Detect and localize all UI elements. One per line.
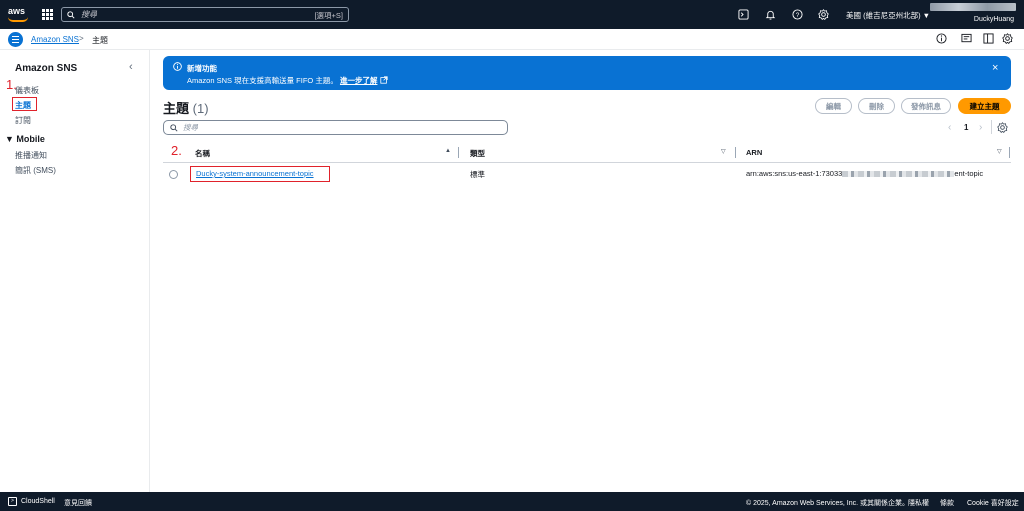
expand-caret-icon: ▼: [5, 134, 17, 144]
info-panel-icon[interactable]: [936, 33, 947, 44]
settings-gear-icon[interactable]: [818, 9, 829, 20]
page-title: 主題 (1): [163, 98, 209, 117]
info-icon: [173, 62, 182, 71]
pagination-page-1[interactable]: 1: [964, 123, 968, 132]
breadcrumb-current: 主題: [92, 36, 108, 45]
flash-learn-more-link[interactable]: 進一步了解: [340, 76, 378, 85]
account-menu[interactable]: DuckyHuang: [930, 3, 1016, 25]
page-title-text: 主題: [163, 101, 190, 116]
column-header-type[interactable]: 類型: [470, 148, 485, 159]
delete-button[interactable]: 刪除: [858, 98, 895, 114]
breadcrumb-separator: >: [79, 34, 84, 43]
search-icon: [170, 123, 178, 132]
search-shortcut: [選項+S]: [314, 11, 343, 20]
flash-title: 新增功能: [187, 64, 217, 73]
column-header-arn[interactable]: ARN: [746, 148, 762, 157]
help-icon[interactable]: ?: [792, 9, 803, 20]
logo-text: aws: [8, 6, 26, 16]
flash-body-text: Amazon SNS 現在支援高輸送量 FIFO 主題。: [187, 76, 338, 85]
annotation-highlight-topics: [12, 97, 37, 111]
arn-prefix: arn:aws:sns:us-east-1:73033: [746, 169, 843, 178]
external-link-icon: [379, 76, 388, 84]
sidebar-title[interactable]: Amazon SNS: [15, 63, 77, 74]
column-divider: [458, 147, 459, 158]
account-id-redacted: [930, 3, 1016, 11]
topic-arn: arn:aws:sns:us-east-1:73033 ent-topic: [746, 169, 983, 178]
side-navigation: Amazon SNS ‹ 1. 儀表板 主題 訂閱 ▼ Mobile 推播通知 …: [0, 50, 150, 492]
search-icon: [67, 10, 75, 19]
footer-cloudshell[interactable]: CloudShell: [21, 498, 55, 505]
sidebar-close-icon[interactable]: ‹: [129, 61, 133, 73]
sidebar-section-mobile[interactable]: ▼ Mobile: [5, 134, 45, 144]
global-search[interactable]: [選項+S]: [61, 7, 349, 22]
flash-close-icon[interactable]: ×: [992, 62, 998, 74]
sort-ascending-icon[interactable]: ▲: [445, 148, 451, 154]
sidebar-item-dashboard[interactable]: 儀表板: [15, 85, 39, 96]
annotation-highlight-topic: [190, 166, 330, 182]
notifications-bell-icon[interactable]: [765, 9, 776, 20]
aws-logo[interactable]: aws: [8, 7, 30, 23]
menu-toggle-icon[interactable]: [8, 32, 23, 47]
footer-copyright: © 2025, Amazon Web Services, Inc. 或其關係企業…: [746, 500, 909, 507]
row-select-radio[interactable]: [169, 170, 178, 179]
column-divider: [735, 147, 736, 158]
sidebar-item-subscriptions[interactable]: 訂閱: [15, 115, 31, 126]
topic-type: 標準: [470, 170, 485, 179]
services-grid-icon[interactable]: [42, 9, 53, 20]
sidebar-item-sms[interactable]: 簡訊 (SMS): [15, 165, 56, 176]
cloudshell-icon[interactable]: >: [8, 497, 17, 506]
filter-input[interactable]: [183, 123, 483, 132]
footer-feedback[interactable]: 意見回饋: [64, 498, 92, 508]
sort-icon[interactable]: ▽: [721, 148, 726, 155]
table-header-divider: [163, 162, 1011, 163]
split-panel-icon[interactable]: [983, 33, 994, 44]
account-name: DuckyHuang: [973, 16, 1014, 23]
pagination-next-icon[interactable]: ›: [979, 122, 982, 133]
feedback-panel-icon[interactable]: [961, 33, 972, 44]
sort-icon[interactable]: ▽: [997, 148, 1002, 155]
topic-filter[interactable]: [163, 120, 508, 135]
create-topic-button[interactable]: 建立主題: [958, 98, 1011, 114]
edit-button[interactable]: 編輯: [815, 98, 852, 114]
svg-text:?: ?: [796, 12, 800, 19]
preferences-gear-icon[interactable]: [1002, 33, 1013, 44]
sidebar-item-push-notifications[interactable]: 推播通知: [15, 150, 47, 161]
footer-cookie-preferences-link[interactable]: Cookie 喜好設定: [967, 498, 1019, 508]
arn-suffix: ent-topic: [954, 169, 984, 178]
sidebar-section-label: Mobile: [16, 134, 45, 144]
info-flashbar: 新增功能 Amazon SNS 現在支援高輸送量 FIFO 主題。 進一步了解 …: [163, 56, 1011, 90]
logo-smile-icon: [8, 17, 28, 22]
footer: > CloudShell 意見回饋 © 2025, Amazon Web Ser…: [0, 492, 1024, 511]
pagination-previous-icon[interactable]: ‹: [948, 122, 951, 133]
pagination-divider: [991, 120, 992, 134]
breadcrumb-service-link[interactable]: Amazon SNS: [31, 35, 79, 44]
arn-redacted: [842, 171, 955, 178]
top-navigation: aws [選項+S] ? 美國 (維吉尼亞州北部) ▼ DuckyHuang: [0, 0, 1024, 29]
publish-message-button[interactable]: 發佈訊息: [901, 98, 951, 114]
footer-privacy-link[interactable]: 隱私權: [908, 498, 929, 508]
footer-terms-link[interactable]: 條款: [940, 498, 954, 508]
cloudshell-icon[interactable]: [738, 9, 749, 20]
flash-body: Amazon SNS 現在支援高輸送量 FIFO 主題。 進一步了解: [187, 75, 388, 86]
column-divider: [1009, 147, 1010, 158]
breadcrumb-bar: Amazon SNS > 主題: [0, 29, 1024, 50]
table-settings-gear-icon[interactable]: [997, 122, 1008, 133]
topic-count: (1): [192, 101, 209, 116]
column-header-name[interactable]: 名稱: [195, 148, 210, 159]
annotation-step-2: 2.: [171, 143, 182, 158]
region-selector[interactable]: 美國 (維吉尼亞州北部) ▼: [846, 10, 930, 21]
global-search-input[interactable]: [81, 10, 301, 19]
